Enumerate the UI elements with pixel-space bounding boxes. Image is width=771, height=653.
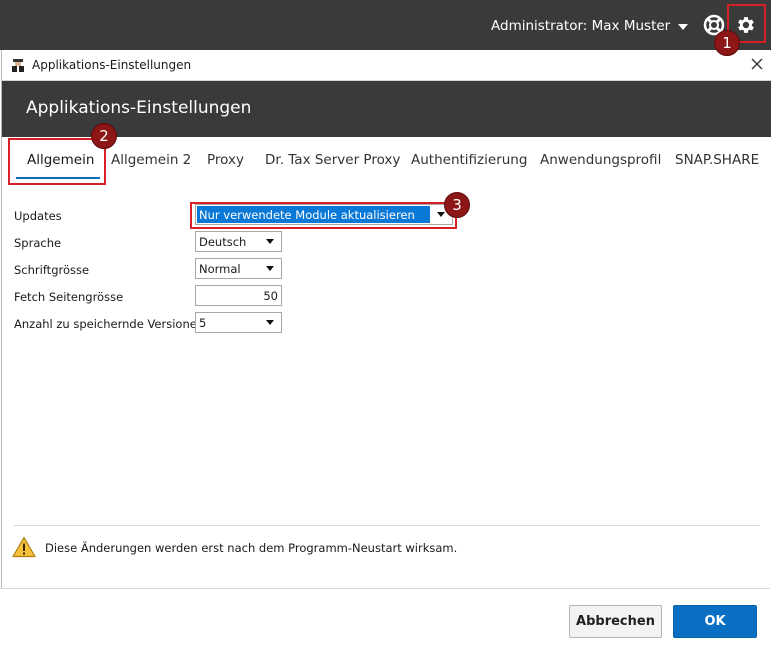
versionen-select[interactable]: 5 [195,312,282,333]
tab-anwendungsprofil[interactable]: Anwendungsprofil [540,152,661,168]
tab-allgemein[interactable]: Allgemein [27,152,94,168]
window-title: Applikations-Einstellungen [32,58,192,72]
updates-label: Updates [14,209,62,223]
tab-dr-tax-server-proxy[interactable]: Dr. Tax Server Proxy [265,152,400,168]
chevron-down-icon [437,212,445,217]
updates-select[interactable]: Nur verwendete Module aktualisieren [195,204,453,225]
settings-dialog: Applikations-Einstellungen Applikations-… [1,50,771,653]
app-top-bar: Administrator: Max Muster [0,0,771,50]
dialog-title: Applikations-Einstellungen [26,98,252,118]
user-menu-label: Administrator: Max Muster [491,18,671,34]
annotation-badge-2: 2 [91,123,117,149]
chevron-down-icon [266,266,274,271]
warning-icon [12,536,36,558]
cancel-button[interactable]: Abbrechen [569,605,662,638]
tab-authentifizierung[interactable]: Authentifizierung [411,152,527,168]
tab-bar: Allgemein Allgemein 2 Proxy Dr. Tax Serv… [2,137,771,180]
fetch-input[interactable]: 50 [195,285,282,306]
settings-button[interactable] [735,14,757,36]
chevron-down-icon [678,23,689,30]
ok-button[interactable]: OK [673,605,757,638]
close-icon[interactable] [749,56,765,72]
schriftgroesse-label: Schriftgrösse [14,263,90,277]
versionen-label: Anzahl zu speichernde Versionen [14,317,205,331]
chevron-down-icon [266,320,274,325]
active-tab-indicator [16,177,100,179]
fetch-label: Fetch Seitengrösse [14,290,124,304]
schriftgroesse-select[interactable]: Normal [195,258,282,279]
annotation-badge-1: 1 [714,30,740,56]
sprache-select[interactable]: Deutsch [195,231,282,252]
window-title-bar: Applikations-Einstellungen [2,50,771,81]
settings-form: Updates Nur verwendete Module aktualisie… [2,180,771,590]
annotation-badge-3: 3 [444,192,470,218]
notice-divider [14,525,760,526]
sprache-label: Sprache [14,236,62,250]
tab-snap-share[interactable]: SNAP.SHARE [675,152,759,168]
app-logo-icon [12,59,24,72]
restart-notice: Diese Änderungen werden erst nach dem Pr… [45,541,458,555]
screen: Administrator: Max Muster Applikations-E… [0,0,771,653]
user-menu[interactable]: Administrator: Max Muster [491,16,689,36]
tab-proxy[interactable]: Proxy [207,152,244,168]
gear-icon [738,17,754,33]
chevron-down-icon [266,239,274,244]
dialog-header: Applikations-Einstellungen [2,81,771,137]
tab-allgemein-2[interactable]: Allgemein 2 [111,152,191,168]
